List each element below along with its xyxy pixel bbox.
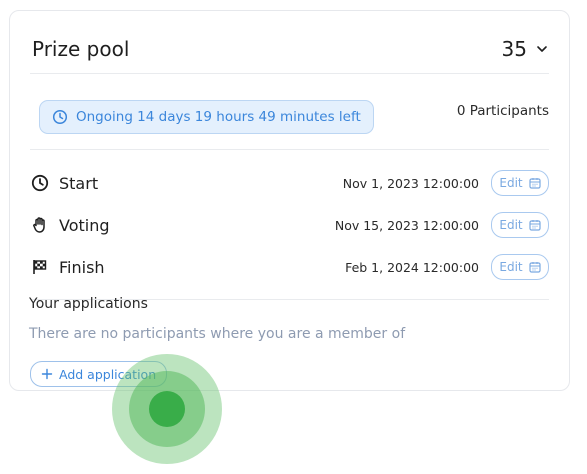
calendar-icon <box>529 178 541 189</box>
phase-finish-row: Finish Feb 1, 2024 12:00:00 Edit <box>31 252 549 282</box>
hand-icon <box>31 216 49 234</box>
edit-label: Edit <box>499 260 523 274</box>
applications-empty-message: There are no participants where you are … <box>29 326 406 342</box>
edit-finish-button[interactable]: Edit <box>491 254 549 280</box>
phase-date: Nov 1, 2023 12:00:00 <box>342 175 479 191</box>
phase-date: Feb 1, 2024 12:00:00 <box>345 259 479 275</box>
phase-date: Nov 15, 2023 12:00:00 <box>334 217 479 233</box>
divider <box>30 73 549 74</box>
phase-name: Start <box>59 173 99 193</box>
clock-icon <box>31 174 49 192</box>
click-indicator-dot <box>149 391 185 427</box>
calendar-icon <box>529 262 541 273</box>
phase-name: Finish <box>59 257 105 277</box>
edit-voting-button[interactable]: Edit <box>491 212 549 238</box>
card-header: Prize pool 35 <box>32 29 549 69</box>
chevron-down-icon <box>537 46 547 52</box>
count-dropdown[interactable]: 35 <box>502 37 549 61</box>
edit-start-button[interactable]: Edit <box>491 170 549 196</box>
calendar-icon <box>529 220 541 231</box>
applications-title: Your applications <box>29 296 148 312</box>
edit-label: Edit <box>499 218 523 232</box>
checkered-flag-icon <box>31 258 49 276</box>
clock-icon <box>52 109 68 125</box>
edit-label: Edit <box>499 176 523 190</box>
divider <box>30 149 549 150</box>
status-badge: Ongoing 14 days 19 hours 49 minutes left <box>39 100 374 134</box>
participants-count: 0 Participants <box>456 103 549 119</box>
phase-voting-row: Voting Nov 15, 2023 12:00:00 Edit <box>31 210 549 240</box>
phase-name: Voting <box>59 215 110 235</box>
phase-start-row: Start Nov 1, 2023 12:00:00 Edit <box>31 168 549 198</box>
card-title: Prize pool <box>32 37 130 61</box>
prize-count: 35 <box>501 37 527 61</box>
plus-icon <box>41 368 53 380</box>
status-text: Ongoing 14 days 19 hours 49 minutes left <box>76 109 361 125</box>
